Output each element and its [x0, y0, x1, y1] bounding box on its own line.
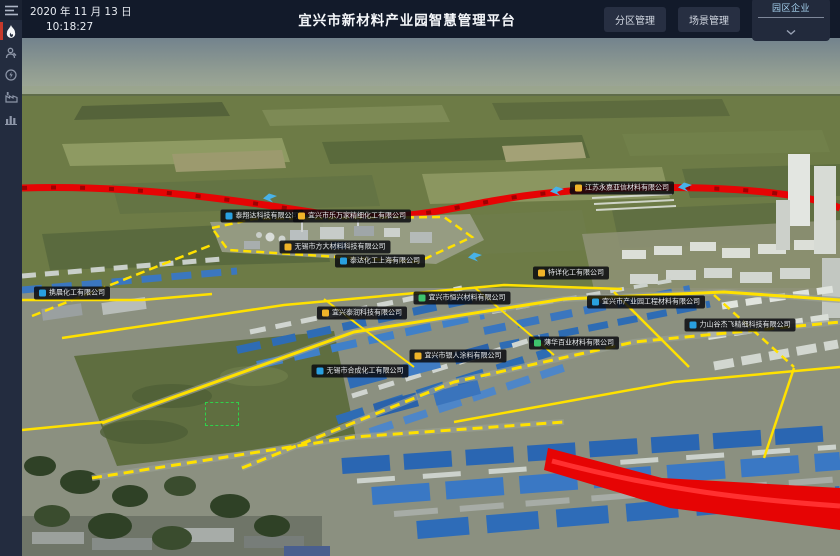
company-label-text: 宜兴泰润科技有限公司 — [332, 310, 402, 317]
company-label[interactable]: 泰翔达科技有限公司 — [221, 210, 304, 223]
dropdown-label: 园区企业 — [772, 1, 810, 14]
aircraft-marker-icon[interactable] — [549, 182, 565, 201]
sidebar-item-energy[interactable] — [0, 64, 22, 86]
company-marker-icon — [317, 368, 324, 375]
company-label-text: 宜兴市银人涂料有限公司 — [425, 353, 502, 360]
company-label-text: 力山谷杰飞精细科技有限公司 — [700, 322, 791, 329]
aircraft-marker-icon[interactable] — [677, 178, 693, 197]
company-label[interactable]: 无锡市合成化工有限公司 — [312, 365, 409, 378]
company-marker-icon — [226, 213, 233, 220]
company-marker-icon — [340, 258, 347, 265]
company-marker-icon — [322, 310, 329, 317]
zone-management-button[interactable]: 分区管理 — [604, 7, 666, 32]
company-label[interactable]: 力山谷杰飞精细科技有限公司 — [685, 319, 796, 332]
company-label[interactable]: 特详化工有限公司 — [533, 267, 609, 280]
company-marker-icon — [690, 322, 697, 329]
company-label[interactable]: 宜兴泰润科技有限公司 — [317, 307, 407, 320]
company-label[interactable]: 江苏永嘉亚信材料有限公司 — [570, 182, 674, 195]
company-marker-icon — [592, 299, 599, 306]
aircraft-marker-icon[interactable] — [467, 248, 483, 267]
header-time: 10:18:27 — [30, 20, 210, 35]
aircraft-marker-icon[interactable] — [262, 189, 278, 208]
company-marker-icon — [39, 290, 46, 297]
bar-chart-icon — [5, 113, 17, 125]
company-label-text: 宜兴市恒兴材料有限公司 — [429, 295, 506, 302]
company-label-text: 携晨化工有限公司 — [49, 290, 105, 297]
company-marker-icon — [415, 353, 422, 360]
page-title: 宜兴市新材料产业园智慧管理平台 — [210, 0, 604, 38]
company-label[interactable]: 宜兴市银人涂料有限公司 — [410, 350, 507, 363]
flame-icon — [5, 25, 17, 38]
company-label[interactable]: 薄华百业材料有限公司 — [529, 337, 619, 350]
app-window: 2020 年 11 月 13 日 10:18:27 宜兴市新材料产业园智慧管理平… — [0, 0, 840, 556]
company-marker-icon — [285, 244, 292, 251]
company-label-text: 泰达化工上海有限公司 — [350, 258, 420, 265]
header-actions: 分区管理 场景管理 园区企业 — [604, 0, 840, 38]
person-icon — [5, 47, 17, 59]
company-label-text: 泰翔达科技有限公司 — [236, 213, 299, 220]
company-label-text: 无锡市方大材料科技有限公司 — [295, 244, 386, 251]
company-label[interactable]: 宜兴市乐万家精细化工有限公司 — [293, 210, 411, 223]
company-label-text: 特详化工有限公司 — [548, 270, 604, 277]
sidebar — [0, 0, 22, 556]
company-marker-icon — [538, 270, 545, 277]
company-label[interactable]: 宜兴市产业园工程材料有限公司 — [587, 296, 705, 309]
sidebar-item-statistics[interactable] — [0, 108, 22, 130]
company-label-text: 江苏永嘉亚信材料有限公司 — [585, 185, 669, 192]
sidebar-item-factory[interactable] — [0, 86, 22, 108]
scene-management-button[interactable]: 场景管理 — [678, 7, 740, 32]
company-marker-icon — [419, 295, 426, 302]
company-label-text: 宜兴市乐万家精细化工有限公司 — [308, 213, 406, 220]
chevron-down-icon — [786, 20, 796, 39]
company-label[interactable]: 泰达化工上海有限公司 — [335, 255, 425, 268]
company-label[interactable]: 无锡市方大材料科技有限公司 — [280, 241, 391, 254]
company-label[interactable]: 携晨化工有限公司 — [34, 287, 110, 300]
dropdown-divider — [758, 17, 824, 18]
company-marker-icon — [534, 340, 541, 347]
sidebar-item-personnel[interactable] — [0, 42, 22, 64]
selection-box[interactable] — [205, 402, 239, 426]
company-label-text: 薄华百业材料有限公司 — [544, 340, 614, 347]
company-label-text: 宜兴市产业园工程材料有限公司 — [602, 299, 700, 306]
company-marker-icon — [575, 185, 582, 192]
menu-toggle-button[interactable] — [0, 0, 22, 20]
header: 2020 年 11 月 13 日 10:18:27 宜兴市新材料产业园智慧管理平… — [22, 0, 840, 38]
company-label-text: 无锡市合成化工有限公司 — [327, 368, 404, 375]
header-date: 2020 年 11 月 13 日 — [30, 5, 210, 20]
park-enterprise-dropdown[interactable]: 园区企业 — [752, 0, 830, 41]
bolt-circle-icon — [5, 69, 17, 81]
hamburger-icon — [5, 5, 18, 16]
datetime-block: 2020 年 11 月 13 日 10:18:27 — [22, 0, 210, 38]
sidebar-item-fire-monitor[interactable] — [0, 20, 22, 42]
company-label[interactable]: 宜兴市恒兴材料有限公司 — [414, 292, 511, 305]
map-3d-viewport[interactable]: 泰翔达科技有限公司 宜兴市乐万家精细化工有限公司 江苏永嘉亚信材料有限公司无锡市方大… — [22, 38, 840, 556]
factory-icon — [5, 91, 18, 103]
company-marker-icon — [298, 213, 305, 220]
